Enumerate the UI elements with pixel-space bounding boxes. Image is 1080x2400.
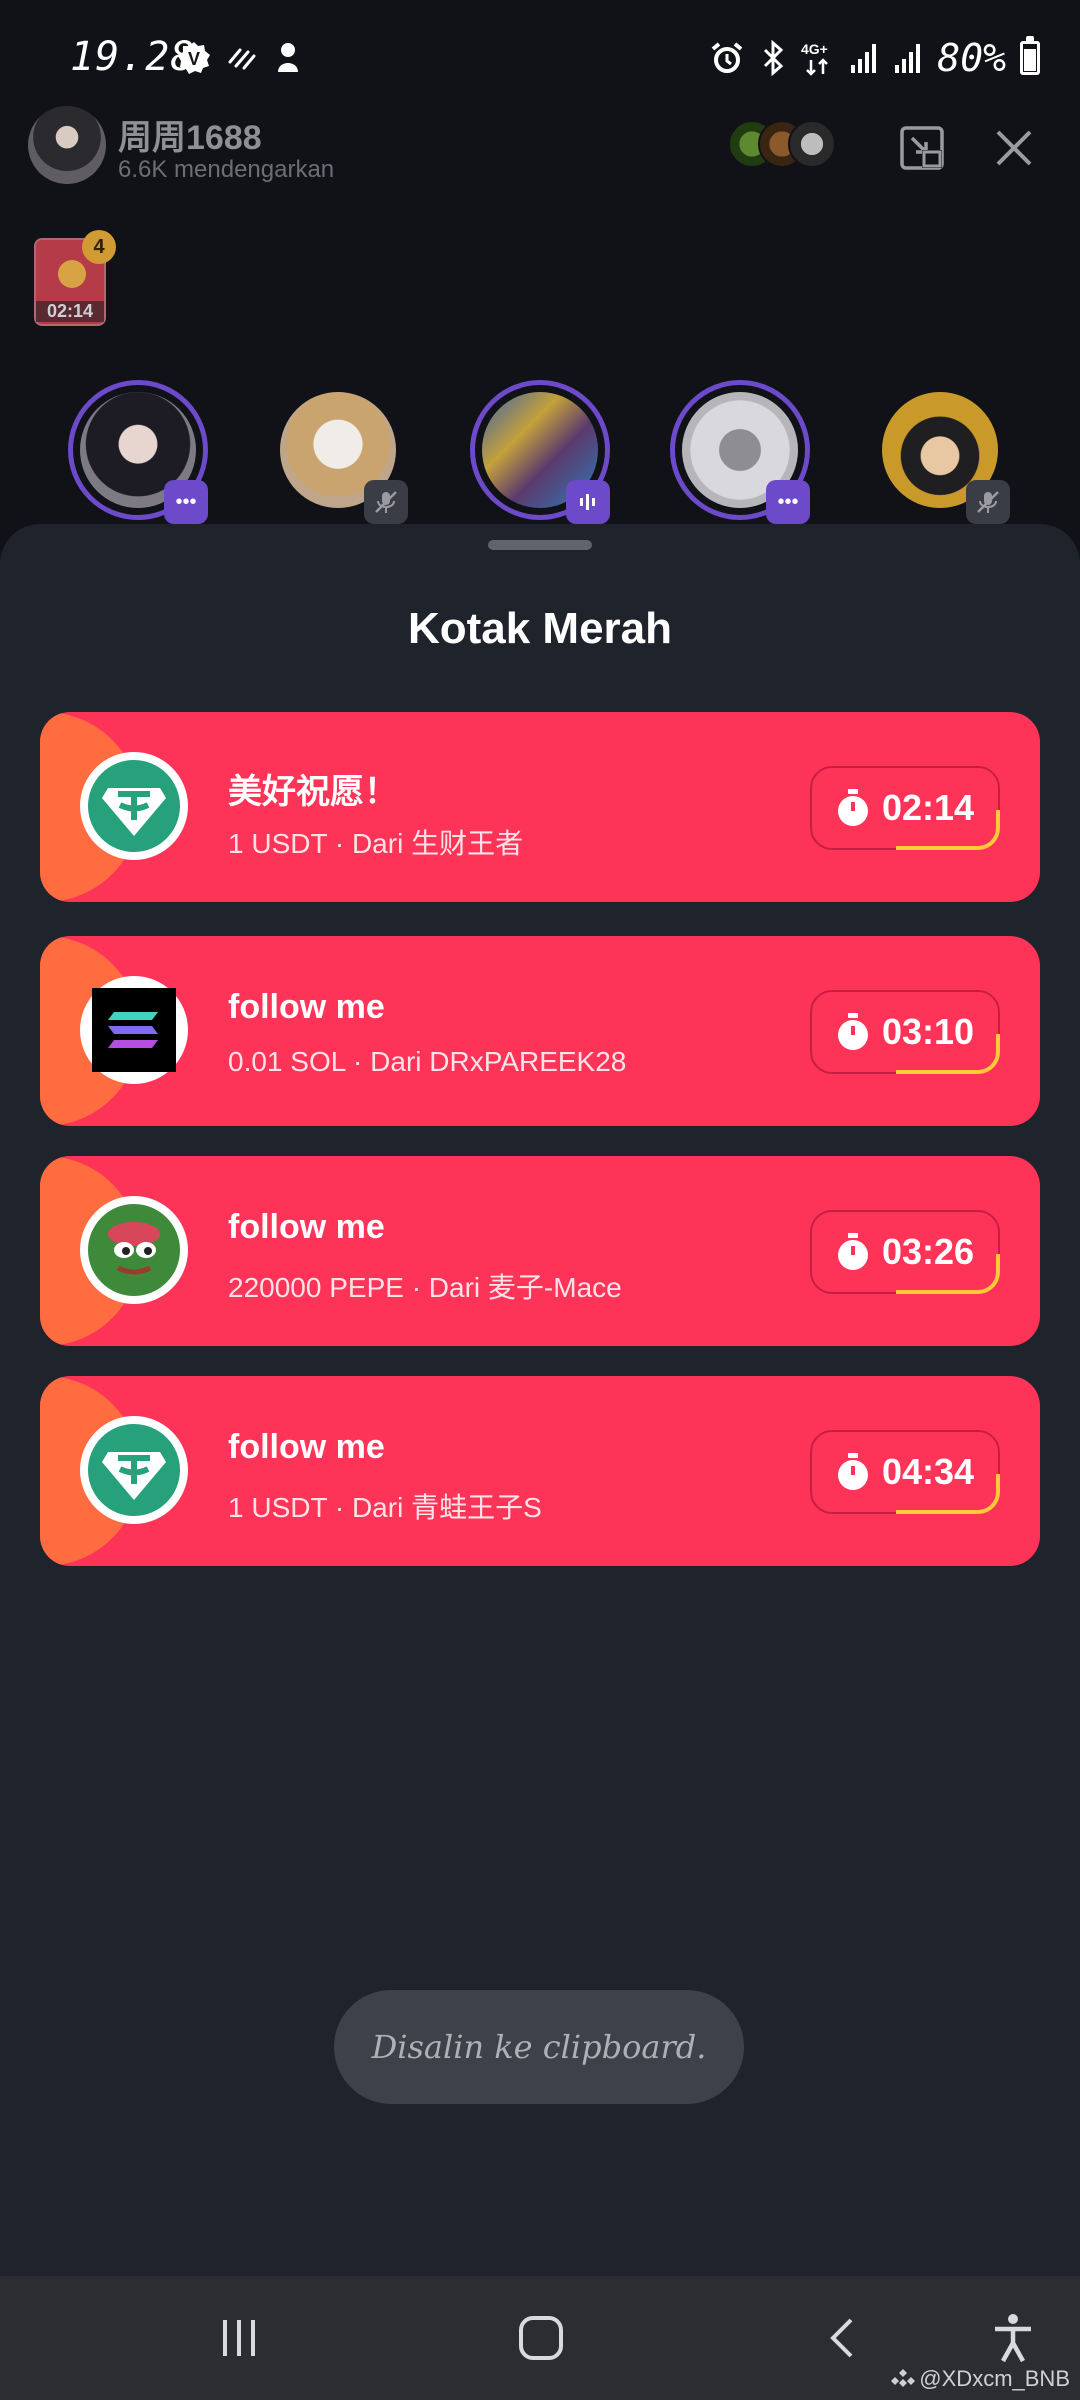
red-box-card[interactable]: follow me 0.01 SOL · Dari DRxPAREEK28 03… (40, 936, 1040, 1126)
card-message: follow me (228, 988, 385, 1026)
timer-progress (896, 1034, 1000, 1074)
red-box-count-badge: 4 (82, 230, 116, 264)
signal-icon-2 (895, 44, 921, 73)
card-message: 美好祝愿！ (228, 773, 398, 811)
card-timer: 03:10 (810, 990, 1000, 1074)
watermark: @XDxcm_BNB (891, 2366, 1070, 2392)
card-message: follow me (228, 1208, 385, 1246)
status-right-icons: 4G+ 80% (709, 36, 1040, 80)
red-box-indicator[interactable]: 02:14 4 (34, 230, 116, 326)
red-box-timer: 02:14 (36, 301, 104, 322)
card-detail: 1 USDT · Dari 生财王者 (228, 828, 524, 859)
more-icon[interactable]: ••• (766, 480, 810, 524)
accessibility-icon (995, 2314, 1031, 2363)
accessibility-button[interactable] (978, 2306, 1048, 2370)
stopwatch-icon (837, 1233, 868, 1270)
app-notification-icon (278, 43, 298, 72)
mic-off-icon (966, 480, 1010, 524)
home-icon (519, 2316, 563, 2360)
timer-progress (896, 1474, 1000, 1514)
listener-count: 6.6K mendengarkan (118, 156, 335, 183)
svg-text:4G+: 4G+ (801, 41, 828, 57)
stopwatch-icon (837, 1013, 868, 1050)
card-detail: 1 USDT · Dari 青蛙王子S (228, 1492, 542, 1523)
system-nav-bar: @XDxcm_BNB (0, 2276, 1080, 2400)
host-name[interactable]: 周周1688 (118, 110, 262, 159)
network-4g-icon: 4G+ (801, 41, 829, 76)
close-button[interactable] (986, 120, 1042, 176)
recents-button[interactable] (204, 2306, 274, 2370)
listener-avatar (788, 120, 836, 168)
timer-progress (896, 1254, 1000, 1294)
battery-fill (1024, 48, 1036, 71)
bluetooth-icon (764, 40, 784, 76)
status-bar: 19.28 V 4G+ 80% (0, 0, 1080, 110)
alarm-icon (712, 42, 743, 73)
red-box-card[interactable]: follow me 220000 PEPE · Dari 麦子-Mace 03:… (40, 1156, 1040, 1346)
coin-icon (58, 260, 86, 288)
card-message: follow me (228, 1428, 385, 1466)
sheet-drag-handle[interactable] (488, 540, 592, 550)
speaker-row: ••• ••• (0, 380, 1080, 530)
binance-icon (891, 2369, 916, 2387)
signal-icon-1 (851, 44, 877, 73)
clipboard-toast: Disalin ke clipboard. (334, 1990, 744, 2104)
back-button[interactable] (808, 2306, 878, 2370)
red-box-card[interactable]: follow me 1 USDT · Dari 青蛙王子S 04:34 (40, 1376, 1040, 1566)
svg-text:V: V (188, 49, 200, 69)
speaker-seat-1[interactable]: ••• (68, 380, 208, 524)
host-avatar[interactable] (28, 106, 106, 184)
battery-icon (1020, 36, 1040, 75)
watermark-text: @XDxcm_BNB (919, 2366, 1070, 2391)
usdt-icon (80, 1416, 188, 1524)
card-timer: 03:26 (810, 1210, 1000, 1294)
listener-avatars[interactable] (728, 120, 838, 170)
speaker-seat-2[interactable] (268, 380, 408, 524)
speaker-seat-3[interactable] (470, 380, 610, 524)
more-icon[interactable]: ••• (164, 480, 208, 524)
card-detail: 0.01 SOL · Dari DRxPAREEK28 (228, 1046, 627, 1077)
minimize-icon (900, 126, 944, 170)
card-timer: 04:34 (810, 1430, 1000, 1514)
home-button[interactable] (506, 2306, 576, 2370)
stopwatch-icon (837, 1453, 868, 1490)
battery-percent: 80% (937, 36, 1006, 80)
sheet-title: Kotak Merah (407, 604, 673, 653)
back-icon (830, 2318, 853, 2358)
speaking-icon (566, 480, 610, 524)
stopwatch-icon (837, 789, 868, 826)
data-activity-icon (228, 48, 256, 70)
timer-progress (896, 810, 1000, 850)
status-left-icons: V (176, 40, 304, 76)
recents-icon (223, 2320, 255, 2356)
red-box-card[interactable]: 美好祝愿！ 1 USDT · Dari 生财王者 02:14 (40, 712, 1040, 902)
speaker-seat-4[interactable]: ••• (670, 380, 810, 524)
card-timer: 02:14 (810, 766, 1000, 850)
room-header: 周周1688 6.6K mendengarkan (0, 100, 1080, 200)
speaker-seat-5[interactable] (870, 380, 1010, 524)
close-icon (996, 130, 1032, 166)
verified-icon: V (178, 42, 210, 74)
pepe-icon (80, 1196, 188, 1304)
usdt-icon (80, 752, 188, 860)
minimize-button[interactable] (894, 120, 950, 176)
mic-off-icon (364, 480, 408, 524)
sol-icon (80, 976, 188, 1084)
card-detail: 220000 PEPE · Dari 麦子-Mace (228, 1272, 622, 1303)
